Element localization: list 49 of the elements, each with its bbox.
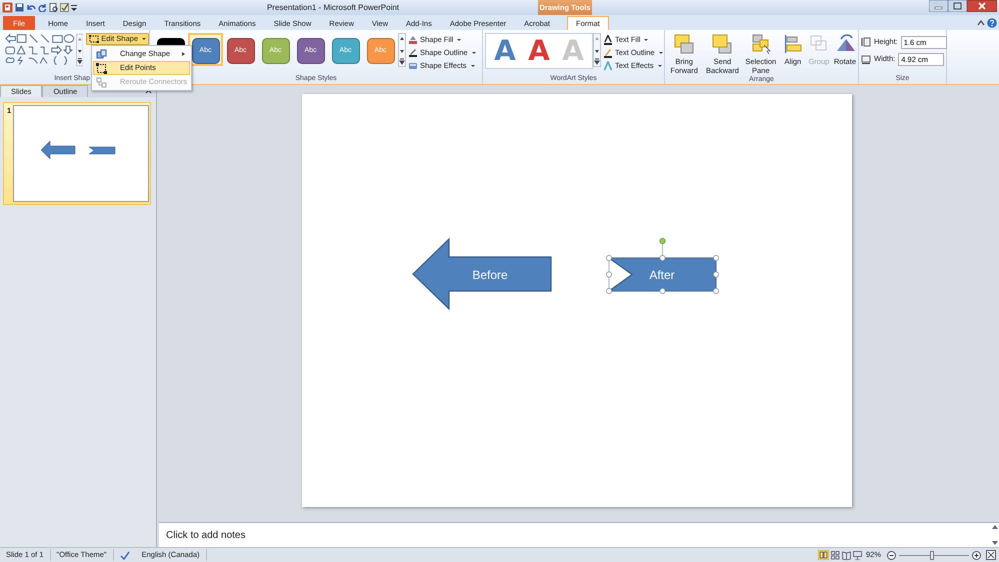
wordart-style[interactable]: A (522, 36, 556, 66)
fit-to-window-icon[interactable] (986, 550, 996, 560)
bring-forward-icon (673, 33, 696, 55)
normal-view-icon[interactable] (818, 550, 829, 560)
shape-effects-icon (408, 60, 418, 70)
text-fill-icon (603, 34, 613, 44)
print-preview-icon[interactable] (49, 3, 58, 12)
minimize-button[interactable] (929, 0, 948, 12)
zoom-slider-thumb[interactable] (930, 550, 934, 560)
save-icon[interactable] (15, 3, 24, 12)
customize-icon[interactable] (71, 3, 77, 12)
change-shape-icon (96, 48, 107, 60)
app-icon (2, 2, 13, 13)
selection-handles[interactable] (606, 238, 719, 294)
pen-icon (408, 48, 418, 58)
edit-points-icon (96, 62, 107, 74)
shape-gallery-drawing[interactable] (3, 33, 76, 67)
height-icon (861, 37, 871, 47)
help-icon[interactable] (987, 18, 997, 28)
gallery-scroll-icon[interactable] (76, 33, 84, 67)
shape-text: Before (472, 268, 508, 282)
notes-placeholder[interactable]: Click to add notes (166, 528, 246, 542)
text-outline-icon (603, 48, 613, 58)
fill-bucket-icon (408, 34, 418, 44)
zoom-out-icon[interactable] (887, 550, 896, 560)
reroute-connectors-icon (96, 76, 107, 88)
wordart-style[interactable]: A (488, 36, 522, 66)
minimize-ribbon-icon[interactable] (977, 20, 985, 26)
width-icon (861, 54, 871, 64)
slideshow-icon[interactable] (852, 550, 862, 560)
shape-text: After (649, 268, 675, 282)
zoom-in-icon[interactable] (972, 550, 981, 560)
slide-sorter-icon[interactable] (830, 550, 840, 560)
redo-icon[interactable] (38, 3, 47, 12)
spelling-check-icon[interactable] (120, 550, 130, 560)
window-title: Presentation1 - Microsoft PowerPoint (266, 2, 400, 12)
close-button[interactable] (967, 0, 997, 12)
left-arrow-shape[interactable] (412, 238, 552, 310)
scrollbar-arrows-icon[interactable] (991, 523, 999, 547)
selection-pane-icon (750, 33, 772, 55)
restore-button[interactable] (948, 0, 967, 12)
send-backward-icon (711, 33, 734, 55)
text-effects-icon (603, 60, 613, 70)
gallery-scroll-icon[interactable] (593, 33, 601, 67)
edit-points-icon (89, 35, 100, 43)
spelling-icon[interactable] (60, 3, 69, 12)
undo-icon[interactable] (26, 3, 36, 12)
reading-view-icon[interactable] (842, 550, 851, 560)
gallery-scroll-icon[interactable] (398, 33, 406, 67)
